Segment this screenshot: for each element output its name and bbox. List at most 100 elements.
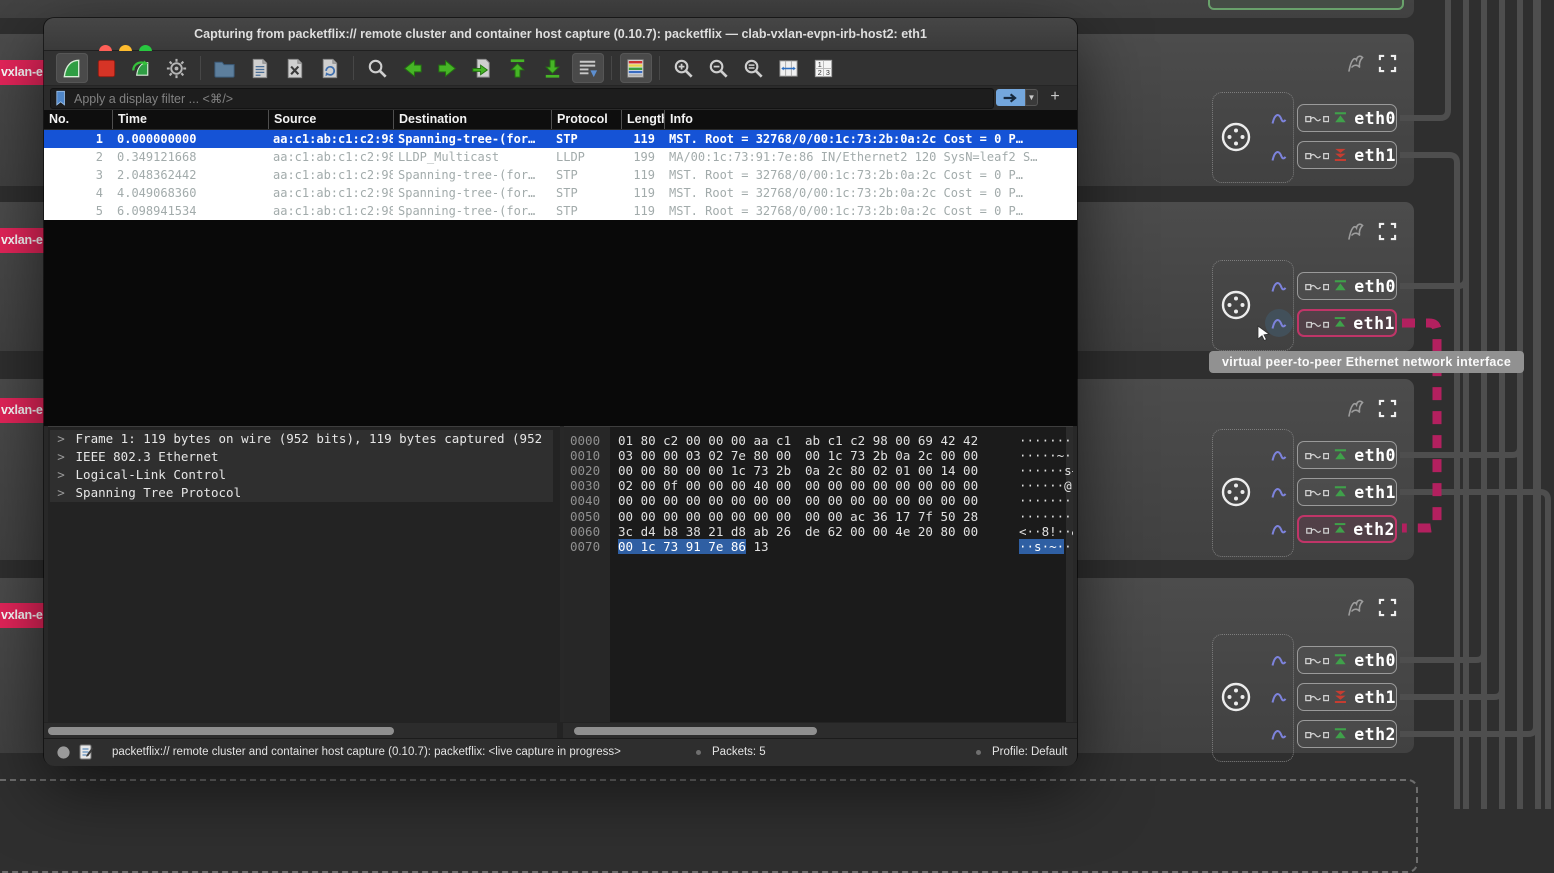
packet-bytes-pane[interactable]: 000001 80 c2 00 00 00 aa c1ab c1 c2 98 0… (564, 426, 1073, 723)
go-last-button[interactable] (537, 53, 569, 83)
colorize-button[interactable] (620, 53, 652, 83)
column-header-source[interactable]: Source (268, 110, 393, 129)
hex-row-0050[interactable]: 005000 00 00 00 00 00 00 0000 00 ac 36 1… (564, 509, 1073, 524)
interface-up-icon (1333, 484, 1348, 501)
container-node-icon[interactable] (1220, 289, 1252, 321)
capture-stream-icon[interactable] (1271, 316, 1289, 330)
add-filter-button[interactable]: + (1044, 88, 1066, 107)
interface-badge-eth1[interactable]: eth1 (1297, 309, 1397, 337)
display-filter-input[interactable]: Apply a display filter ... <⌘/> (50, 88, 994, 109)
auto-scroll-button[interactable] (572, 53, 604, 83)
bytes-hscrollbar-thumb[interactable] (574, 727, 817, 735)
apply-filter-button[interactable] (996, 89, 1025, 106)
save-file-button[interactable] (244, 53, 276, 83)
number-columns-button[interactable]: 123 (808, 53, 840, 83)
interface-badge-eth1[interactable]: eth1 (1297, 141, 1397, 169)
capture-stream-icon[interactable] (1271, 522, 1289, 536)
interface-badge-eth0[interactable]: eth0 (1297, 441, 1397, 469)
wireshark-sketch-icon[interactable] (1344, 397, 1368, 421)
capture-stream-icon[interactable] (1271, 148, 1289, 162)
details-hscrollbar-thumb[interactable] (48, 727, 394, 735)
container-node-icon[interactable] (1220, 681, 1252, 713)
column-header-no[interactable]: No. (44, 110, 112, 129)
capture-stream-icon[interactable] (1271, 653, 1289, 667)
go-first-button[interactable] (502, 53, 534, 83)
capture-stream-icon[interactable] (1271, 279, 1289, 293)
go-back-button[interactable] (397, 53, 429, 83)
capture-stream-icon[interactable] (1271, 448, 1289, 462)
start-capture-button[interactable] (56, 53, 88, 83)
expand-panel-icon[interactable] (1378, 399, 1397, 418)
packet-row-2[interactable]: 20.349121668aa:c1:ab:c1:c2:98LLDP_Multic… (44, 148, 1077, 166)
interface-badge-partial[interactable] (1208, 0, 1404, 10)
packet-list-header[interactable]: No.TimeSourceDestinationProtocolLengthIn… (44, 110, 1077, 130)
go-forward-button[interactable] (432, 53, 464, 83)
packet-row-1[interactable]: 10.000000000aa:c1:ab:c1:c2:98Spanning-tr… (44, 130, 1077, 148)
column-header-destination[interactable]: Destination (393, 110, 551, 129)
column-header-info[interactable]: Info (664, 110, 1077, 129)
hex-row-0060[interactable]: 00603c d4 b8 38 21 d8 ab 26de 62 00 00 4… (564, 524, 1073, 539)
hex-row-0020[interactable]: 002000 00 80 00 00 1c 73 2b0a 2c 80 02 0… (564, 463, 1073, 478)
interface-badge-eth1[interactable]: eth1 (1297, 683, 1397, 711)
capture-stream-icon[interactable] (1271, 485, 1289, 499)
interface-name: eth1 (1354, 688, 1396, 707)
packet-row-4[interactable]: 44.049068360aa:c1:ab:c1:c2:98Spanning-tr… (44, 184, 1077, 202)
expand-panel-icon[interactable] (1378, 598, 1397, 617)
zoom-100-button[interactable] (738, 53, 770, 83)
capture-stream-icon[interactable] (1271, 727, 1289, 741)
packet-row-3[interactable]: 32.048362442aa:c1:ab:c1:c2:98Spanning-tr… (44, 166, 1077, 184)
hex-row-0070[interactable]: 007000 1c 73 91 7e 86 13··s·~·· (564, 539, 1073, 554)
go-to-packet-button[interactable] (467, 53, 499, 83)
detail-tree-row[interactable]: > Logical-Link Control (50, 466, 553, 484)
filter-bookmark-icon[interactable] (54, 90, 69, 107)
packet-cell-info: MST. Root = 32768/0/00:1c:73:2b:0a:2c Co… (664, 166, 1077, 184)
column-header-length[interactable]: Length (621, 110, 664, 129)
container-node-icon[interactable] (1220, 476, 1252, 508)
wireshark-sketch-icon[interactable] (1344, 596, 1368, 620)
interface-name: eth1 (1354, 146, 1396, 165)
reload-file-button[interactable] (314, 53, 346, 83)
zoom-out-button[interactable] (703, 53, 735, 83)
expander-chevron-icon[interactable]: > (54, 466, 68, 484)
hex-row-0030[interactable]: 003002 00 0f 00 00 00 40 0000 00 00 00 0… (564, 478, 1073, 493)
filter-dropdown-button[interactable]: ▼ (1025, 89, 1038, 106)
container-node-icon[interactable] (1220, 121, 1252, 153)
hex-row-0010[interactable]: 001003 00 00 03 02 7e 80 0000 1c 73 2b 0… (564, 448, 1073, 463)
stop-capture-button[interactable] (91, 53, 123, 83)
wireshark-sketch-icon[interactable] (1344, 52, 1368, 76)
detail-tree-row[interactable]: > IEEE 802.3 Ethernet (50, 448, 553, 466)
wireshark-sketch-icon[interactable] (1344, 220, 1368, 244)
expert-info-icon[interactable] (56, 745, 71, 760)
close-file-button[interactable] (279, 53, 311, 83)
interface-badge-eth0[interactable]: eth0 (1297, 646, 1397, 674)
expander-chevron-icon[interactable]: > (54, 430, 68, 448)
window-titlebar[interactable]: Capturing from packetflix:// remote clus… (44, 18, 1077, 51)
hex-row-0000[interactable]: 000001 80 c2 00 00 00 aa c1ab c1 c2 98 0… (564, 433, 1073, 448)
interface-badge-eth0[interactable]: eth0 (1297, 272, 1397, 300)
open-file-button[interactable] (209, 53, 241, 83)
packet-details-pane[interactable]: > Frame 1: 119 bytes on wire (952 bits),… (48, 426, 560, 723)
expander-chevron-icon[interactable]: > (54, 484, 68, 502)
detail-tree-row[interactable]: > Spanning Tree Protocol (50, 484, 553, 502)
capture-stream-icon[interactable] (1271, 111, 1289, 125)
find-packet-button[interactable] (362, 53, 394, 83)
expand-panel-icon[interactable] (1378, 222, 1397, 241)
hex-row-0040[interactable]: 004000 00 00 00 00 00 00 0000 00 00 00 0… (564, 493, 1073, 508)
zoom-in-button[interactable] (668, 53, 700, 83)
column-header-protocol[interactable]: Protocol (551, 110, 621, 129)
capture-stream-icon[interactable] (1271, 690, 1289, 704)
resize-columns-button[interactable] (773, 53, 805, 83)
column-header-time[interactable]: Time (112, 110, 268, 129)
detail-tree-row[interactable]: > Frame 1: 119 bytes on wire (952 bits),… (50, 430, 553, 448)
expander-chevron-icon[interactable]: > (54, 448, 68, 466)
restart-capture-button[interactable] (126, 53, 158, 83)
profile-indicator[interactable]: Profile: Default (992, 746, 1067, 758)
capture-options-button[interactable] (161, 53, 193, 83)
expand-panel-icon[interactable] (1378, 54, 1397, 73)
interface-badge-eth0[interactable]: eth0 (1297, 104, 1397, 132)
interface-badge-eth2[interactable]: eth2 (1297, 515, 1397, 543)
packet-row-5[interactable]: 56.098941534aa:c1:ab:c1:c2:98Spanning-tr… (44, 202, 1077, 220)
interface-badge-eth2[interactable]: eth2 (1297, 720, 1397, 748)
capture-file-properties-icon[interactable] (78, 743, 94, 761)
interface-badge-eth1[interactable]: eth1 (1297, 478, 1397, 506)
